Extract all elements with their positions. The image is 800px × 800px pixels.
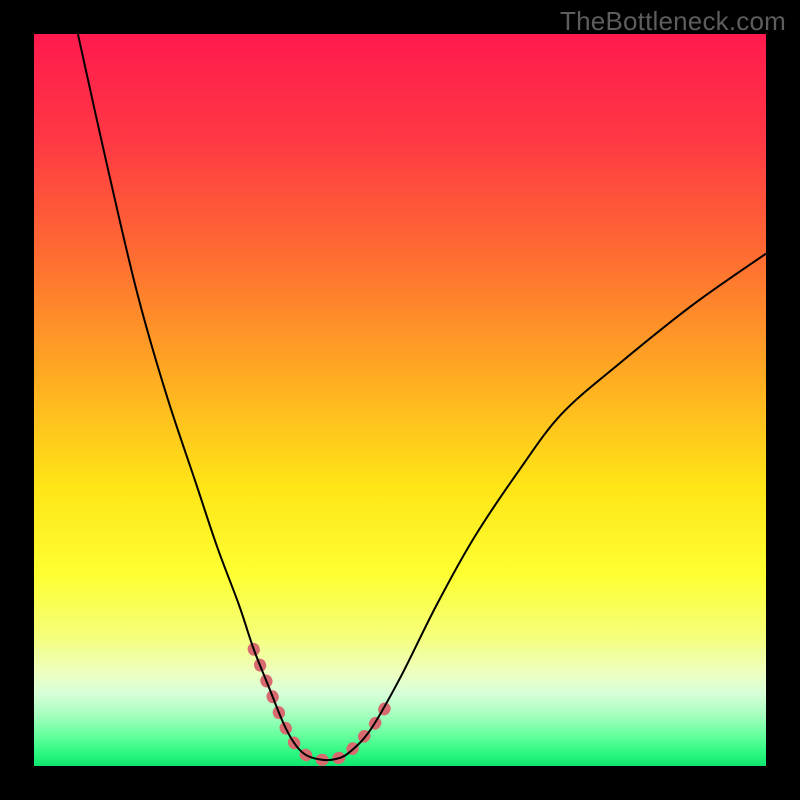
stage: TheBottleneck.com <box>0 0 800 800</box>
highlight-path <box>254 649 386 760</box>
curve-layer <box>34 34 766 766</box>
plot-area <box>34 34 766 766</box>
watermark-text: TheBottleneck.com <box>560 6 786 37</box>
main-curve-path <box>78 34 766 760</box>
